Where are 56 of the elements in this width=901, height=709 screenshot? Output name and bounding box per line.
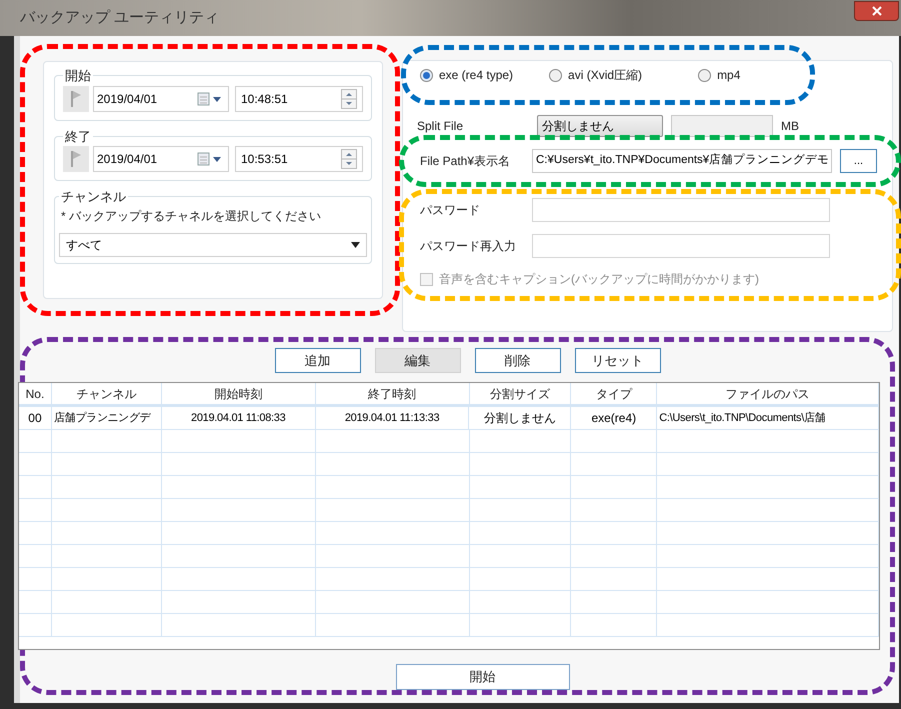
time-field[interactable]: 10:53:51 xyxy=(235,146,363,172)
dropdown-value: すべて xyxy=(66,236,102,254)
column-header[interactable]: No. xyxy=(19,383,52,404)
table-cell-text: C:\Users\t_ito.TNP\Documents\店舗 xyxy=(659,410,826,426)
table-cell-text: 00 xyxy=(28,410,42,427)
flag-icon[interactable] xyxy=(63,146,89,172)
window-title: バックアップ ユーティリティ xyxy=(20,8,220,28)
caret-icon xyxy=(351,242,360,248)
table-cell-text: 店舗プランニングデ xyxy=(54,410,150,426)
flag-icon[interactable] xyxy=(63,86,89,112)
unit-label: MB xyxy=(781,118,799,135)
file-path-field[interactable]: C:¥Users¥t_ito.TNP¥Documents¥店舗プランニングデモ xyxy=(532,149,832,173)
table-cell-text: 2019.04.01 11:08:33 xyxy=(191,410,286,426)
table-cell-text: 2019.04.01 11:13:33 xyxy=(344,410,440,426)
close-icon xyxy=(872,6,882,16)
channel-hint: * バックアップするチャネルを選択してください xyxy=(60,208,322,224)
format-radio[interactable]: exe (re4 type) xyxy=(420,66,514,84)
format-radio[interactable]: avi (Xvid圧縮) xyxy=(549,66,642,84)
format-radio[interactable]: mp4 xyxy=(698,66,740,84)
group-label: 終了 xyxy=(64,128,92,146)
time-value: 10:53:51 xyxy=(241,151,288,168)
split-label: Split File xyxy=(417,118,464,135)
start-button[interactable]: 開始 xyxy=(396,664,570,690)
split-size-field[interactable] xyxy=(671,115,773,137)
file-path-value: C:¥Users¥t_ito.TNP¥Documents¥店舗プランニングデモ xyxy=(536,152,830,168)
date-field[interactable]: 2019/04/01 xyxy=(93,146,229,172)
action-button[interactable]: 削除 xyxy=(474,348,560,373)
channel-dropdown[interactable]: すべて xyxy=(59,232,367,256)
column-header[interactable]: 開始時刻 xyxy=(162,383,316,404)
password-confirm-field[interactable] xyxy=(532,234,830,258)
table-cell-text: exe(re4) xyxy=(591,410,636,427)
action-button[interactable]: リセット xyxy=(574,348,660,373)
group-label: チャンネル xyxy=(60,188,127,206)
table-cell-text: 分割しません xyxy=(484,410,556,427)
password-label: パスワード xyxy=(420,202,481,219)
password-confirm-label: パスワード再入力 xyxy=(420,238,517,255)
time-field[interactable]: 10:48:51 xyxy=(235,86,363,112)
column-header[interactable]: 分割サイズ xyxy=(470,383,572,404)
column-header[interactable]: タイプ xyxy=(571,383,658,404)
date-value: 2019/04/01 xyxy=(97,90,158,108)
browse-button[interactable]: ... xyxy=(840,149,877,173)
split-dropdown[interactable]: 分割しません xyxy=(537,115,663,137)
column-header[interactable]: 終了時刻 xyxy=(316,383,470,404)
action-button[interactable]: 追加 xyxy=(274,348,360,373)
action-button[interactable]: 編集 xyxy=(374,348,460,373)
column-header[interactable]: チャンネル xyxy=(52,383,162,404)
close-button[interactable] xyxy=(854,1,899,21)
time-value: 10:48:51 xyxy=(241,90,288,108)
file-path-label: File Path¥表示名 xyxy=(420,153,512,170)
date-field[interactable]: 2019/04/01 xyxy=(93,86,229,112)
column-header[interactable]: ファイルのパス xyxy=(657,383,879,404)
spinner-icon[interactable] xyxy=(341,149,357,169)
group-label: 開始 xyxy=(64,67,92,85)
password-field[interactable] xyxy=(532,198,830,222)
spinner-icon[interactable] xyxy=(341,88,357,108)
date-value: 2019/04/01 xyxy=(97,151,158,168)
